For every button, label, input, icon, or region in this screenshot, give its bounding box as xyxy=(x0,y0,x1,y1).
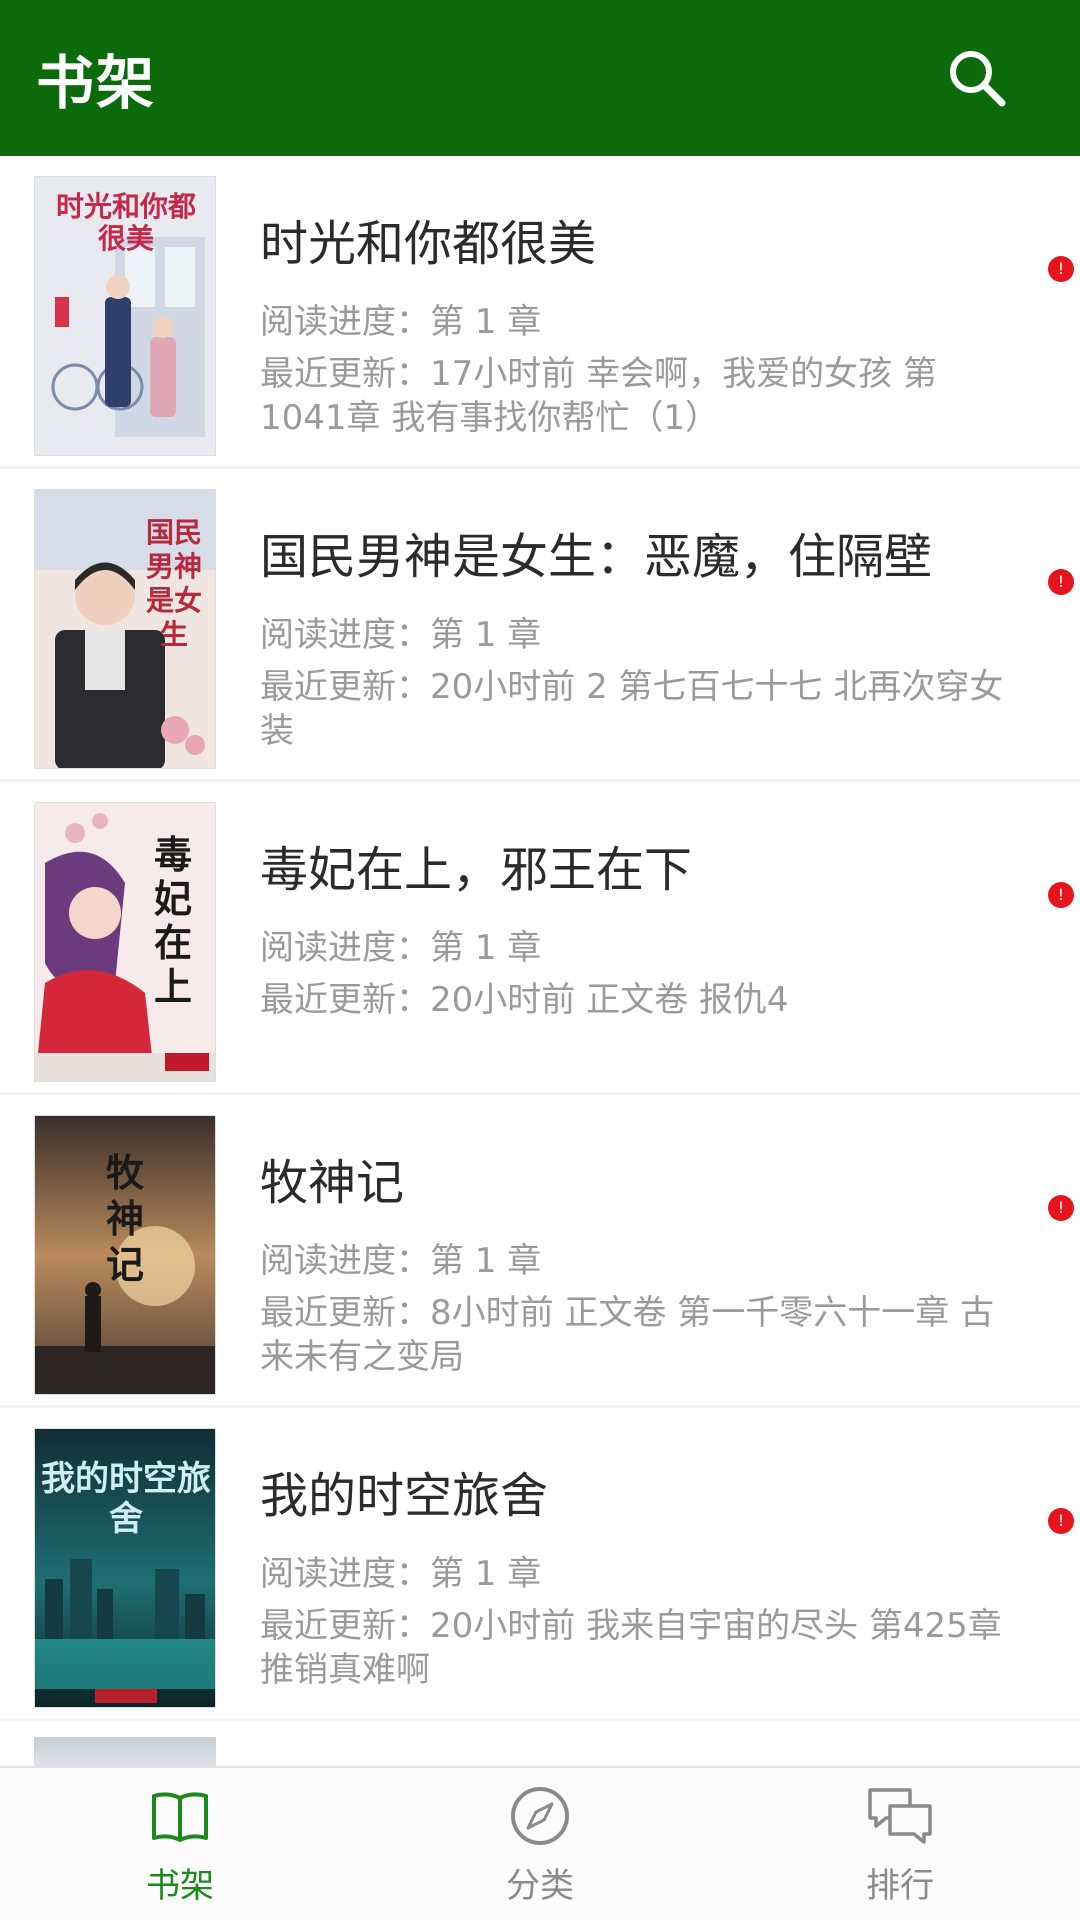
compass-icon xyxy=(511,1787,569,1845)
book-item[interactable]: 毒妃在上 毒妃在上，邪王在下 阅读进度：第 1 章 最近更新：20小时前 正文卷… xyxy=(0,782,1080,1092)
latest-update: 最近更新：17小时前 幸会啊，我爱的女孩 第1041章 我有事找你帮忙（1） xyxy=(260,354,937,438)
book-item[interactable] xyxy=(0,1721,1080,1766)
update-badge: ! xyxy=(1048,256,1074,282)
book-title: 毒妃在上，邪王在下 xyxy=(260,842,693,898)
read-progress: 阅读进度：第 1 章 xyxy=(260,928,542,968)
update-badge: ! xyxy=(1048,569,1074,595)
tab-category[interactable]: 分类 xyxy=(360,1768,720,1920)
book-title: 时光和你都很美 xyxy=(260,216,597,272)
update-badge: ! xyxy=(1048,882,1074,908)
book-title: 牧神记 xyxy=(260,1155,405,1211)
bottom-nav: 书架 分类 排行 xyxy=(0,1766,1080,1920)
book-item[interactable]: 时光和你都很美 时光和你都很美 阅读进度：第 1 章 最近更新：17小时前 幸会… xyxy=(0,156,1080,466)
search-icon xyxy=(950,51,1006,107)
update-badge: ! xyxy=(1048,1508,1074,1534)
tab-bookshelf[interactable]: 书架 xyxy=(0,1768,360,1920)
latest-update: 最近更新：20小时前 正文卷 报仇4 xyxy=(260,980,789,1020)
cover-title: 我的时空旅舍 xyxy=(41,1459,211,1539)
read-progress: 阅读进度：第 1 章 xyxy=(260,1554,542,1594)
latest-update: 最近更新：8小时前 正文卷 第一千零六十一章 古来未有之变局 xyxy=(260,1293,995,1377)
cover-title: 毒妃在上 xyxy=(153,832,192,1009)
cover-title: 时光和你都很美 xyxy=(55,190,196,255)
app-bar: 书架 xyxy=(0,0,1080,156)
search-button[interactable] xyxy=(944,45,1010,111)
read-progress: 阅读进度：第 1 章 xyxy=(260,615,542,655)
book-title: 国民男神是女生：恶魔，住隔壁 xyxy=(260,529,933,585)
book-cover: 时光和你都很美 xyxy=(34,176,216,456)
book-item[interactable]: 我的时空旅舍 我的时空旅舍 阅读进度：第 1 章 最近更新：20小时前 我来自宇… xyxy=(0,1408,1080,1718)
cover-title: 国民男神是女生 xyxy=(145,516,202,651)
read-progress: 阅读进度：第 1 章 xyxy=(260,1241,542,1281)
book-item[interactable]: 国民男神是女生 国民男神是女生：恶魔，住隔壁 阅读进度：第 1 章 最近更新：2… xyxy=(0,469,1080,779)
update-badge: ! xyxy=(1048,1195,1074,1221)
book-icon xyxy=(152,1792,208,1842)
tab-label: 书架 xyxy=(146,1866,214,1906)
tab-label: 分类 xyxy=(506,1866,574,1906)
book-cover: 国民男神是女生 xyxy=(34,489,216,769)
book-cover: 毒妃在上 xyxy=(34,802,216,1082)
book-cover: 我的时空旅舍 xyxy=(34,1428,216,1708)
book-cover: 牧神记 xyxy=(34,1115,216,1395)
latest-update: 最近更新：20小时前 2 第七百七十七 北再次穿女装 xyxy=(260,667,1004,751)
book-title: 我的时空旅舍 xyxy=(260,1468,549,1524)
bookshelf-list[interactable]: 时光和你都很美 时光和你都很美 阅读进度：第 1 章 最近更新：17小时前 幸会… xyxy=(0,156,1080,1766)
tab-label: 排行 xyxy=(866,1866,934,1906)
page-title: 书架 xyxy=(36,49,157,117)
read-progress: 阅读进度：第 1 章 xyxy=(260,302,542,342)
cover-title: 牧神记 xyxy=(105,1150,144,1287)
book-item[interactable]: 牧神记 牧神记 阅读进度：第 1 章 最近更新：8小时前 正文卷 第一千零六十一… xyxy=(0,1095,1080,1405)
chat-bubbles-icon xyxy=(868,1788,932,1844)
tab-ranking[interactable]: 排行 xyxy=(720,1768,1080,1920)
book-cover xyxy=(34,1737,216,1766)
latest-update: 最近更新：20小时前 我来自宇宙的尽头 第425章 推销真难啊 xyxy=(260,1606,1002,1690)
